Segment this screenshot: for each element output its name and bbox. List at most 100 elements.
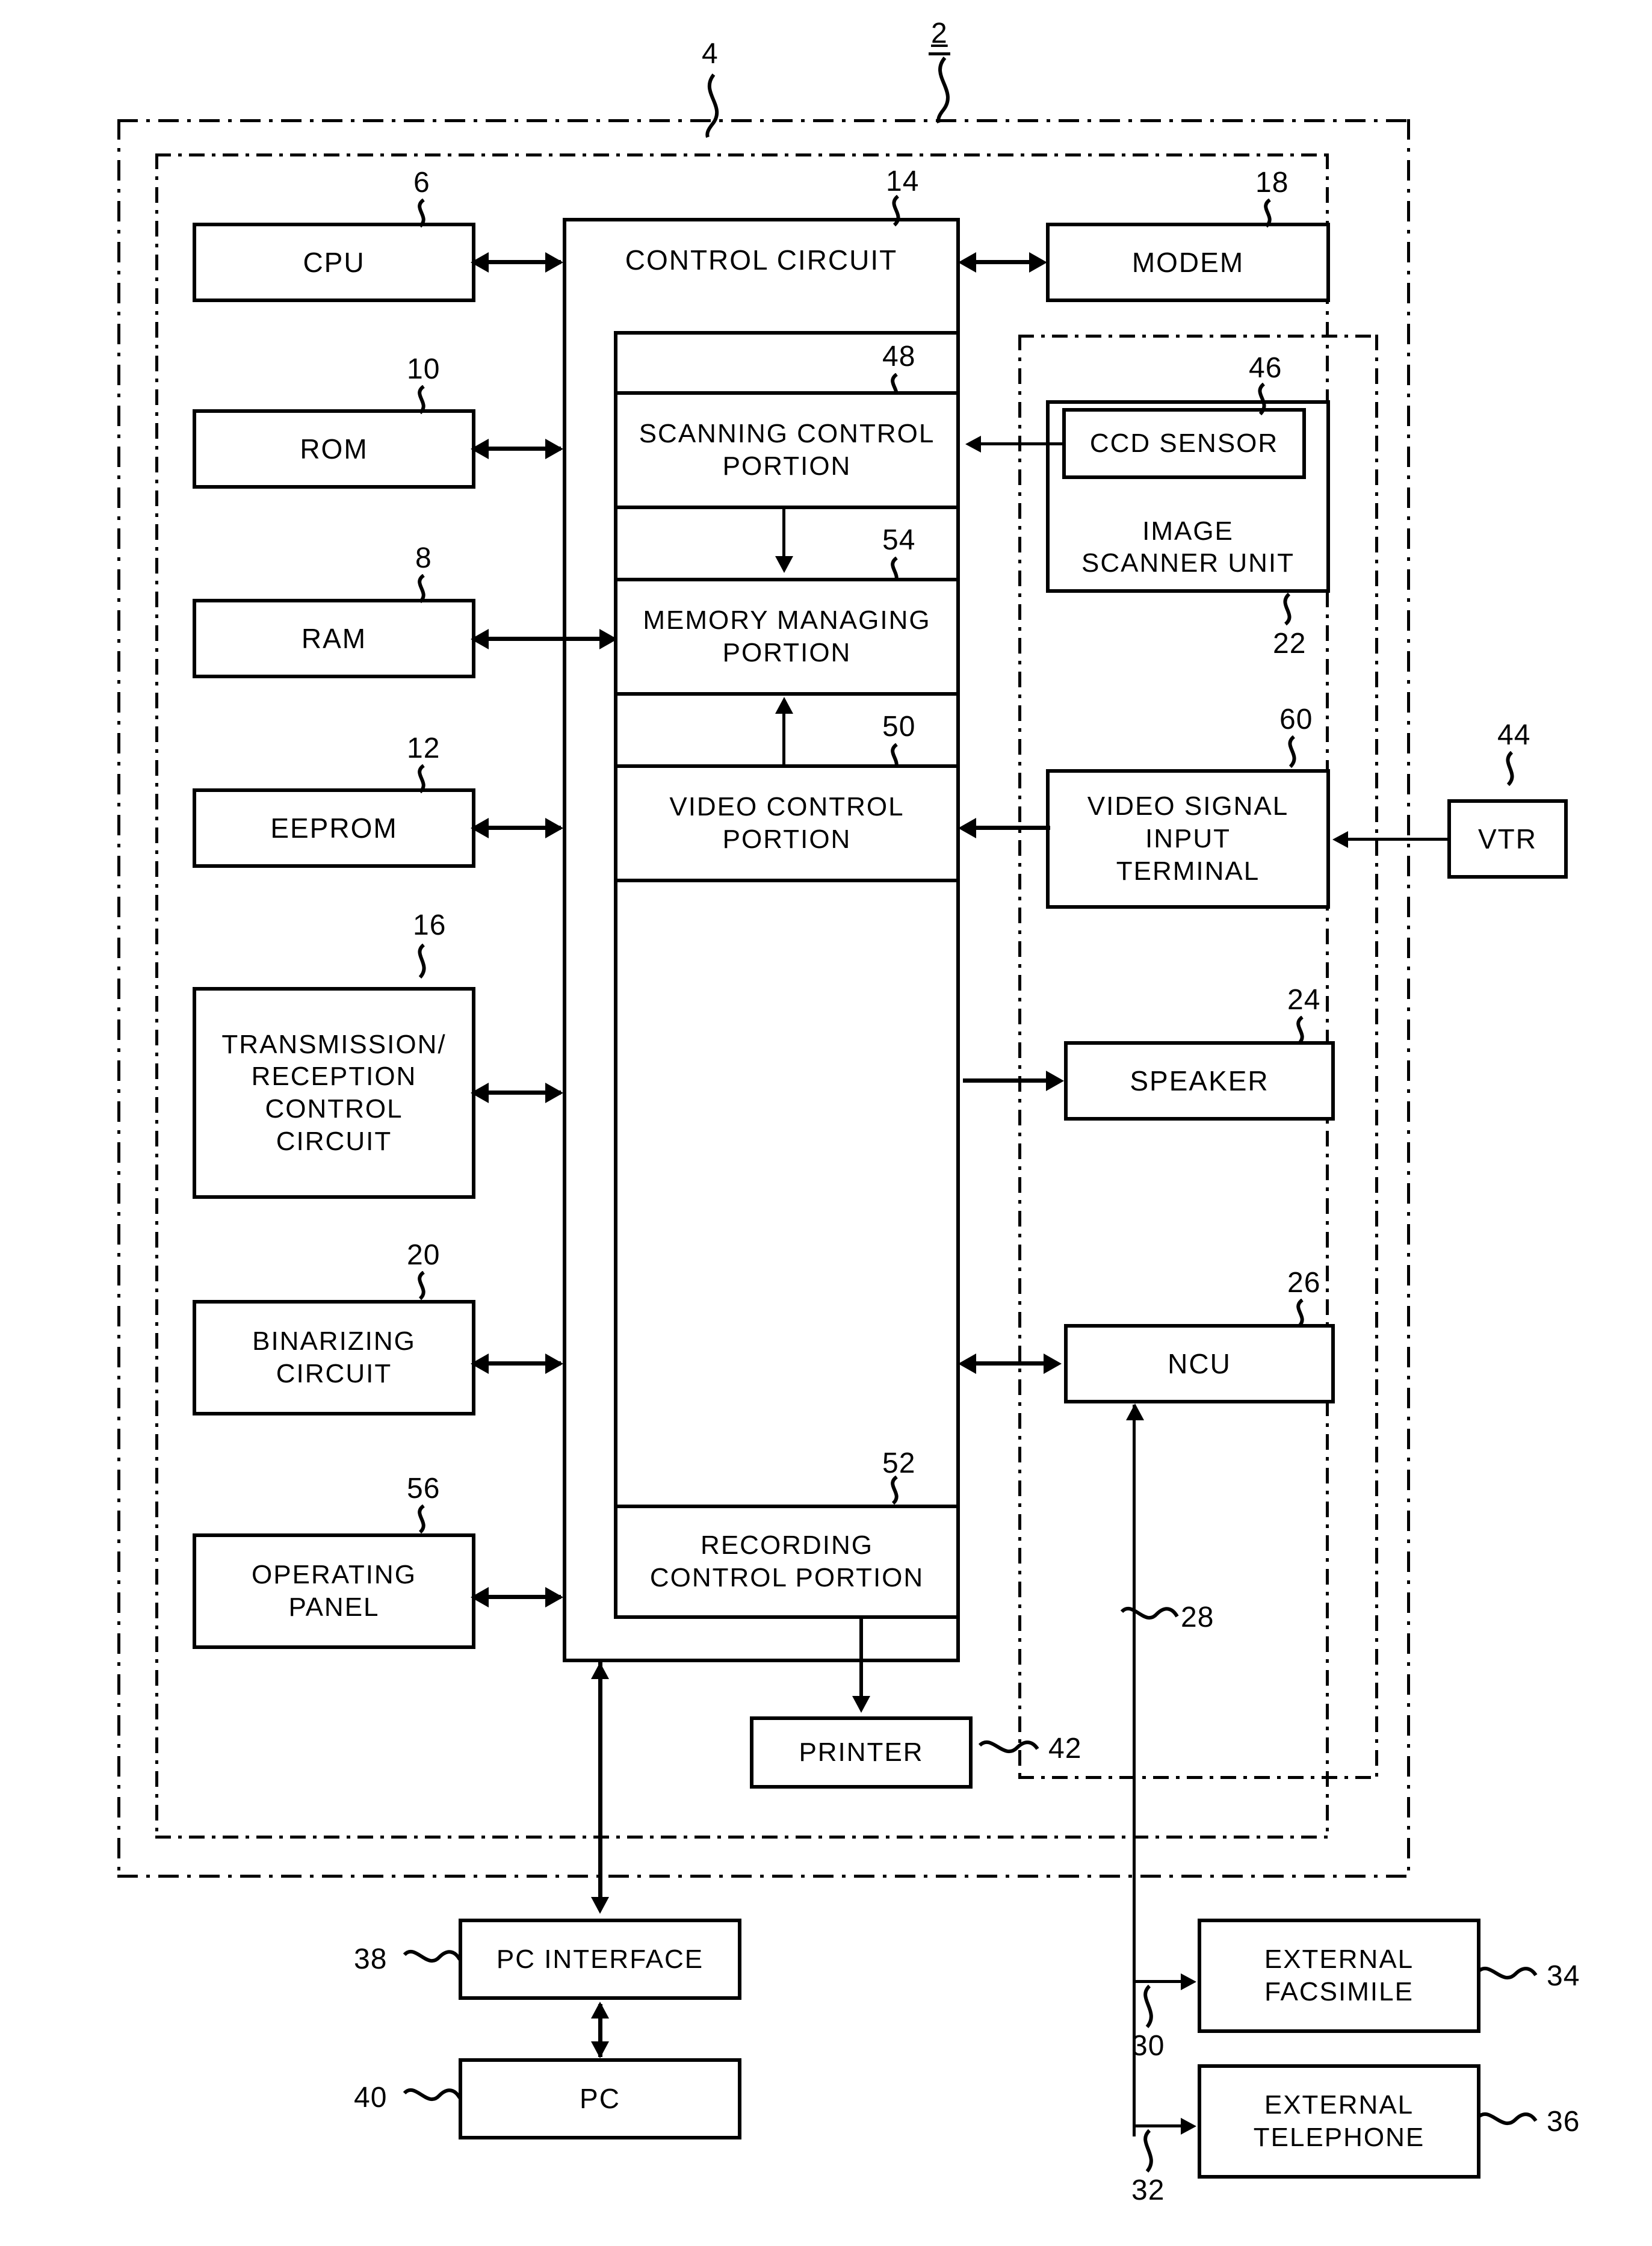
leader-52 (891, 1476, 899, 1505)
block-ccd-sensor: CCD SENSOR (1062, 408, 1306, 479)
branch-32-arrowhead (1181, 2118, 1196, 2135)
trc-line4: CIRCUIT (276, 1126, 392, 1156)
ref-38: 38 (354, 1943, 388, 1975)
leader-34 (1476, 1966, 1538, 1980)
ccd-label: CCD SENSOR (1089, 428, 1279, 459)
rec-line2: CONTROL PORTION (649, 1563, 924, 1592)
ref-14: 14 (886, 166, 920, 197)
mem-line1: MEMORY MANAGING (643, 605, 931, 636)
link-binarizing-control-arrow-left (471, 1353, 489, 1374)
block-binarizing-circuit: BINARIZING CIRCUIT (193, 1300, 475, 1415)
ref-32: 32 (1131, 2174, 1165, 2206)
etel-line2: TELEPHONE (1253, 2123, 1425, 2152)
link-pcinterface-pc-arrow-up (591, 2002, 609, 2019)
vst-line2: INPUT (1145, 824, 1231, 854)
link-control-ncu-arrow-right (1044, 1353, 1062, 1374)
arrow-video-to-memory-line (782, 711, 785, 764)
arrow-scan-to-memory-head (775, 556, 793, 573)
control-circuit-label: CONTROL CIRCUIT (625, 244, 898, 276)
arrow-video-to-memory-head (775, 697, 793, 714)
leader-22 (1283, 593, 1292, 626)
block-pc: PC (459, 2058, 741, 2139)
block-vtr: VTR (1447, 799, 1568, 879)
printer-label: PRINTER (799, 1737, 924, 1768)
leader-8 (418, 574, 425, 604)
block-printer: PRINTER (750, 1716, 973, 1789)
block-cpu-label: CPU (303, 246, 365, 278)
leader-6 (418, 199, 425, 228)
efax-line2: FACSIMILE (1264, 1977, 1414, 2006)
block-cpu: CPU (193, 223, 475, 302)
block-eeprom: EEPROM (193, 788, 475, 868)
ref-36: 36 (1547, 2106, 1580, 2138)
ref-6: 6 (413, 167, 430, 199)
link-cpu-control-arrow-right (545, 252, 563, 273)
subpanel-middle-blank (614, 879, 960, 1505)
block-ncu: NCU (1064, 1324, 1335, 1403)
vid-line1: VIDEO CONTROL (669, 792, 905, 822)
leader-30 (1143, 1984, 1153, 2028)
link-control-pcinterface-line (598, 1661, 602, 1901)
link-ccd-scanning (981, 442, 1065, 445)
rec-line1: RECORDING (701, 1530, 873, 1561)
ref-12: 12 (407, 732, 441, 764)
patent-figure-sheet: 4 2 CPU 6 ROM 10 RAM 8 EEPROM 12 TRANSMI… (0, 0, 1652, 2246)
link-control-speaker-arrowhead (1046, 1071, 1064, 1091)
mem-line2: PORTION (722, 638, 852, 667)
leader-44 (1506, 751, 1514, 787)
block-external-telephone: EXTERNAL TELEPHONE (1198, 2064, 1480, 2179)
speaker-label: SPEAKER (1130, 1065, 1269, 1097)
subpanel-recording-control-portion: RECORDING CONTROL PORTION (614, 1505, 960, 1619)
link-trc-control-arrow-right (545, 1083, 563, 1103)
branch-30-arrowhead (1181, 1973, 1196, 1990)
leader-26 (1296, 1299, 1304, 1328)
ref-52: 52 (882, 1447, 916, 1479)
leader-56 (418, 1505, 425, 1534)
ref-40: 40 (354, 2082, 388, 2114)
link-pcinterface-control-arrowhead (591, 1662, 609, 1679)
block-rom: ROM (193, 409, 475, 489)
link-control-speaker (963, 1078, 1048, 1083)
link-control-ncu-arrow-left (958, 1353, 976, 1374)
block-speaker: SPEAKER (1064, 1041, 1335, 1121)
block-operating-panel: OPERATING PANEL (193, 1533, 475, 1649)
leader-46 (1258, 383, 1266, 416)
ref-26: 26 (1287, 1267, 1321, 1299)
ref-56: 56 (407, 1473, 441, 1505)
link-ccd-scanning-arrowhead (965, 436, 981, 453)
leader-4 (705, 73, 719, 138)
trc-line2: RECEPTION (251, 1062, 417, 1092)
link-control-modem-arrow-left (958, 252, 976, 273)
branch-30-line (1133, 1980, 1186, 1983)
link-eeprom-control-arrow-left (471, 818, 489, 838)
ref-54: 54 (882, 524, 916, 556)
leader-12 (418, 764, 425, 794)
ref-42: 42 (1048, 1733, 1082, 1765)
link-ram-control-arrow-right (599, 629, 617, 649)
isu-line1: IMAGE (1142, 516, 1234, 546)
link-control-modem-arrow-right (1029, 252, 1047, 273)
link-ram-control-arrow-left (471, 629, 489, 649)
leader-42 (978, 1740, 1039, 1754)
link-binarizing-control-arrow-right (545, 1353, 563, 1374)
link-control-pcinterface-arrowhead (591, 1897, 609, 1914)
ref-30: 30 (1131, 2030, 1165, 2062)
link-cpu-control-arrow-left (471, 252, 489, 273)
pc-label: PC (580, 2083, 620, 2115)
efax-line1: EXTERNAL (1264, 1944, 1414, 1975)
leader-2 (936, 57, 950, 123)
link-rom-control-arrow-right (545, 439, 563, 459)
subpanel-memory-managing-portion: MEMORY MANAGING PORTION (614, 578, 960, 692)
op-line1: OPERATING (252, 1560, 416, 1590)
leader-32 (1143, 2129, 1153, 2173)
telephone-line-28-arrowhead (1126, 1403, 1144, 1420)
link-recording-printer-line (859, 1619, 863, 1698)
ref-28: 28 (1181, 1601, 1214, 1633)
scan-line2: PORTION (722, 451, 852, 481)
link-vtr-vsit-arrowhead (1332, 831, 1348, 848)
ref-44: 44 (1497, 719, 1531, 751)
link-vsit-video-control-arrowhead (958, 818, 976, 838)
link-pcinterface-pc-arrow-down (591, 2041, 609, 2058)
ref-8: 8 (415, 542, 432, 574)
block-modem-label: MODEM (1131, 246, 1245, 278)
